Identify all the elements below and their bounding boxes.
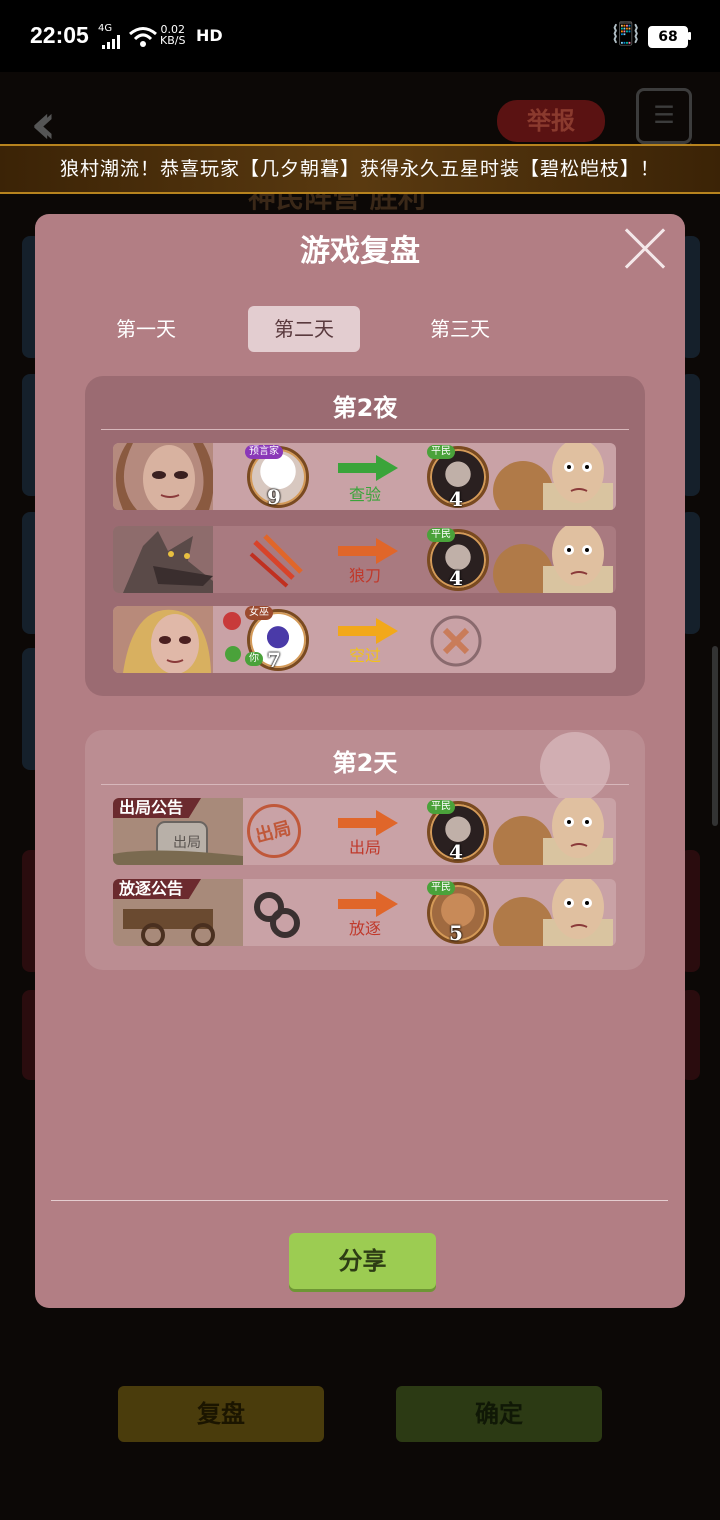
arrow-icon: [338, 891, 398, 917]
green-potion-icon: [225, 646, 241, 662]
action-label: 狼刀: [348, 566, 381, 585]
role-badge: 平民: [427, 445, 455, 459]
empty-target-icon: [429, 614, 483, 672]
action-label: 放逐: [348, 919, 381, 938]
network-speed: 0.02 KB/S: [160, 24, 185, 46]
modal-title: 游戏复盘: [300, 234, 420, 269]
arrow-icon: [338, 455, 398, 481]
list-menu-icon[interactable]: ☰: [636, 88, 692, 144]
villager-portrait: [483, 798, 616, 865]
arrow-icon: [338, 538, 398, 564]
replay-button[interactable]: 复盘: [118, 1386, 324, 1442]
player-number: 7: [267, 648, 281, 672]
night-row-wolf: 狼刀 平民 4: [113, 526, 616, 593]
role-badge: 平民: [427, 528, 455, 542]
section-divider: [101, 429, 629, 430]
network-type: 4G: [98, 23, 113, 34]
arrow-icon: [338, 810, 398, 836]
villager-portrait: [483, 443, 616, 510]
shackles-icon: [247, 887, 307, 945]
vibrate-icon: 📳: [612, 22, 640, 47]
status-bar: 22:05 4G 0.02 KB/S HD 📳 68: [0, 0, 720, 72]
you-badge: 你: [245, 652, 263, 666]
hd-indicator: HD: [196, 26, 223, 45]
night-title: 第2夜: [332, 394, 398, 422]
confirm-button[interactable]: 确定: [396, 1386, 602, 1442]
battery-cap: [688, 32, 691, 40]
villager-portrait: [483, 879, 616, 946]
player-number: 9: [267, 485, 281, 509]
seer-portrait: [113, 443, 214, 510]
player-number: 4: [449, 840, 463, 864]
day-row-out: 出局 出局公告 出局 出局 平民 4: [113, 798, 616, 865]
footer-divider: [51, 1200, 668, 1201]
close-icon[interactable]: [622, 226, 668, 272]
announcement-label: 出局公告: [113, 798, 202, 818]
announcement-label: 放逐公告: [113, 879, 202, 899]
player-number: 4: [449, 566, 463, 590]
tab-day-1[interactable]: 第一天: [90, 306, 202, 352]
gravestone-text: 出局: [173, 835, 201, 851]
battery-icon: 68: [648, 26, 688, 48]
villager-portrait: [483, 526, 616, 593]
scrollbar[interactable]: [712, 646, 718, 826]
action-label: 查验: [348, 485, 381, 504]
night-row-check: 预言家 9 查验 平民 4: [113, 443, 616, 510]
announcement-banner: 狼村潮流！恭喜玩家【几夕朝暮】获得永久五星时装【碧松皑枝】！: [0, 144, 720, 194]
report-button[interactable]: 举报: [497, 100, 605, 142]
player-number: 5: [449, 921, 463, 945]
day-title: 第2天: [332, 749, 398, 777]
signal-icon: [102, 34, 122, 49]
role-badge: 女巫: [245, 606, 273, 620]
tab-day-2[interactable]: 第二天: [248, 306, 360, 352]
status-time: 22:05: [30, 22, 89, 48]
speed-unit: KB/S: [160, 34, 186, 47]
section-divider: [101, 784, 629, 785]
action-label: 出局: [348, 838, 381, 857]
role-badge: 预言家: [245, 445, 283, 459]
claw-slash-icon: [247, 532, 307, 592]
action-label: 空过: [348, 646, 381, 665]
day-row-exile: 放逐公告 放逐 平民 5: [113, 879, 616, 946]
share-button[interactable]: 分享: [289, 1233, 436, 1289]
role-badge: 平民: [427, 800, 455, 814]
role-badge: 平民: [427, 881, 455, 895]
wifi-icon: [128, 26, 158, 52]
werewolf-portrait: [113, 526, 213, 593]
player-number: 4: [449, 487, 463, 510]
witch-portrait: [113, 606, 213, 673]
arrow-icon: [338, 618, 398, 644]
tab-day-3[interactable]: 第三天: [404, 306, 516, 352]
red-potion-icon: [223, 612, 241, 630]
night-row-witch: 女巫 你 7 空过: [113, 606, 616, 673]
